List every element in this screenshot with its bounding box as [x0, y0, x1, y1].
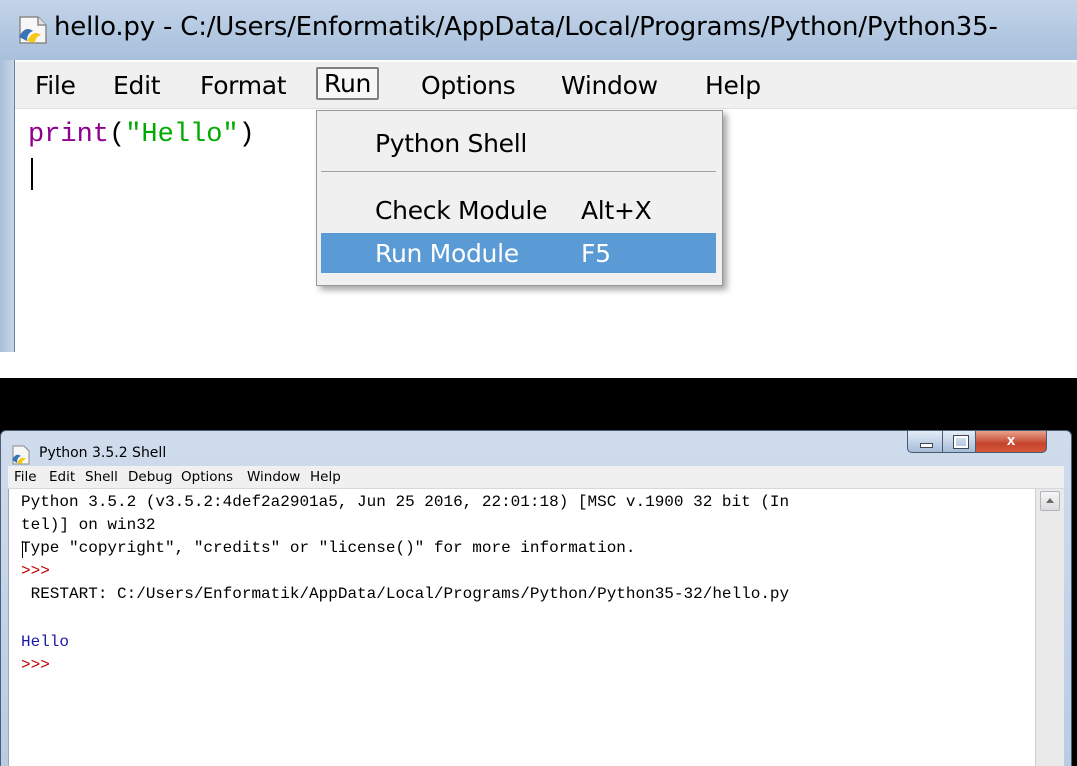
menu-item-python-shell[interactable]: Python Shell [321, 123, 716, 163]
code-close-paren: ) [238, 120, 255, 150]
menu-debug[interactable]: Debug [128, 469, 172, 485]
minimize-button[interactable] [907, 431, 943, 453]
code-keyword: print [28, 120, 110, 150]
shell-line: Type "copyright", "credits" or "license(… [21, 539, 636, 557]
close-icon: x [1006, 432, 1016, 449]
menu-edit[interactable]: Edit [49, 469, 75, 485]
editor-menubar: File Edit Format Run Options Window Help [15, 62, 1077, 109]
menu-item-run-module[interactable]: Run Module F5 [321, 233, 716, 273]
menu-options[interactable]: Options [181, 469, 233, 485]
editor-window: hello.py - C:/Users/Enformatik/AppData/L… [0, 0, 1077, 352]
code-open-paren: ( [109, 120, 126, 150]
menu-separator [321, 171, 716, 172]
shell-line: tel)] on win32 [21, 516, 156, 534]
run-dropdown-menu: Python Shell Check Module Alt+X Run Modu… [316, 110, 723, 286]
menu-format[interactable]: Format [192, 69, 294, 102]
shell-prompt: >>> [21, 656, 60, 674]
menu-item-shortcut: Alt+X [581, 196, 652, 225]
shell-window: Python 3.5.2 Shell x File Edit Shell Deb… [0, 430, 1072, 766]
vertical-scrollbar[interactable] [1035, 489, 1064, 766]
editor-title: hello.py - C:/Users/Enformatik/AppData/L… [54, 12, 998, 42]
shell-menubar: File Edit Shell Debug Options Window Hel… [8, 466, 1064, 489]
editor-titlebar: hello.py - C:/Users/Enformatik/AppData/L… [0, 0, 1077, 60]
menu-shell[interactable]: Shell [85, 469, 118, 485]
shell-text-area[interactable]: Python 3.5.2 (v3.5.2:4def2a2901a5, Jun 2… [8, 489, 1035, 766]
close-button[interactable]: x [975, 431, 1047, 453]
python-file-icon [19, 16, 47, 44]
shell-restart-line: RESTART: C:/Users/Enformatik/AppData/Loc… [21, 585, 790, 603]
menu-item-check-module[interactable]: Check Module Alt+X [321, 190, 716, 230]
menu-window[interactable]: Window [247, 469, 300, 485]
menu-help[interactable]: Help [697, 69, 769, 102]
menu-item-label: Python Shell [375, 129, 527, 158]
text-cursor [22, 541, 23, 558]
menu-run[interactable]: Run [316, 67, 380, 100]
shell-output: Hello [21, 633, 70, 651]
shell-titlebar: Python 3.5.2 Shell x [1, 431, 1071, 465]
menu-item-label: Check Module [375, 196, 548, 225]
text-cursor [31, 158, 33, 190]
menu-item-label: Run Module [375, 239, 519, 268]
shell-line: Python 3.5.2 (v3.5.2:4def2a2901a5, Jun 2… [21, 493, 790, 511]
shell-prompt: >>> [21, 562, 60, 580]
menu-item-shortcut: F5 [581, 239, 611, 268]
menu-help[interactable]: Help [310, 469, 341, 485]
code-string: "Hello" [125, 120, 239, 150]
code-line[interactable]: print("Hello") [28, 120, 255, 150]
menu-options[interactable]: Options [413, 69, 523, 102]
shell-title: Python 3.5.2 Shell [39, 445, 167, 461]
menu-file[interactable]: File [27, 69, 84, 102]
shell-screenshot: Python 3.5.2 Shell x File Edit Shell Deb… [0, 378, 1077, 766]
menu-edit[interactable]: Edit [105, 69, 168, 102]
scroll-up-icon[interactable] [1040, 491, 1060, 511]
image-gap [0, 352, 1077, 378]
menu-file[interactable]: File [14, 469, 37, 485]
menu-window[interactable]: Window [553, 69, 666, 102]
python-file-icon [12, 445, 30, 465]
maximize-button[interactable] [942, 431, 976, 453]
window-frame [0, 60, 15, 352]
